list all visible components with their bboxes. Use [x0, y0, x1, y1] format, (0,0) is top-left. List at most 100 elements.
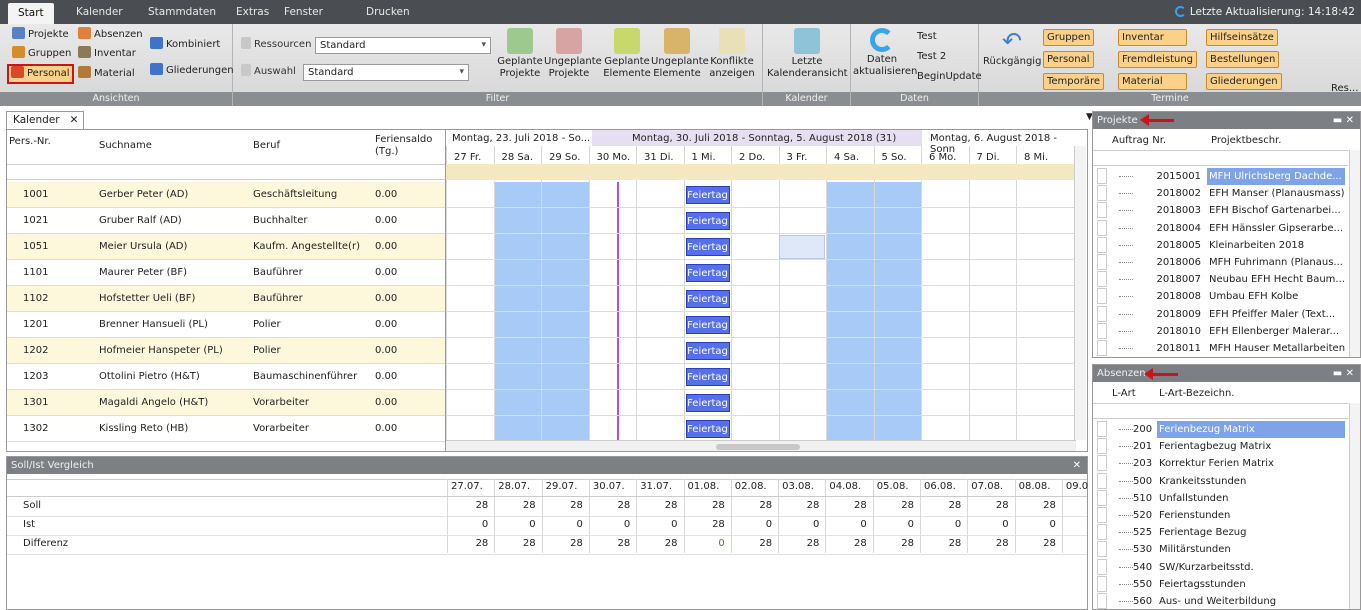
table-row[interactable]: 1203 Ottolini Pietro (H&T) Baumaschinenfüh… — [7, 364, 445, 390]
projekte-row[interactable]: 2018009 EFH Pfeiffer Maler (Text... — [1093, 305, 1360, 323]
day-header[interactable]: 5 So. — [882, 152, 907, 163]
table-row[interactable]: 1051 Meier Ursula (AD) Kaufm. Angestellte(… — [7, 234, 445, 260]
projekte-row[interactable]: 2018007 Neubau EFH Hecht Baum... — [1093, 271, 1360, 288]
vertical-scrollbar[interactable] — [1349, 403, 1360, 609]
tab-start[interactable]: Start — [8, 3, 54, 24]
day-header[interactable]: 29 So. — [549, 152, 580, 163]
termine-material-button[interactable]: Material — [1118, 73, 1187, 90]
termine-bestellungen-button[interactable]: Bestellungen — [1206, 51, 1280, 68]
day-header[interactable]: 1 Mi. — [692, 152, 716, 163]
date-header[interactable]: 06.08. — [924, 481, 956, 492]
termine-hilfseinsatz-button[interactable]: Hilfseinsätze — [1206, 29, 1278, 46]
day-header[interactable]: 27 Fr. — [454, 152, 481, 163]
absenzen-row[interactable]: 525 Ferientage Bezug — [1093, 524, 1360, 541]
inventar-view-button[interactable]: Inventar — [78, 45, 136, 63]
projekte-row[interactable]: 2018003 EFH Bischof Gartenarbei... — [1093, 202, 1360, 219]
holiday-cell[interactable]: Feiertag — [685, 212, 730, 230]
beginupdate-button[interactable]: BeginUpdate — [917, 68, 982, 86]
konflikte-button[interactable]: Konflikte anzeigen — [707, 26, 757, 80]
row-handle[interactable] — [1097, 322, 1107, 339]
ressourcen-select[interactable]: Standard — [315, 37, 491, 54]
holiday-cell[interactable]: Feiertag — [685, 342, 730, 360]
day-header[interactable]: 30 Mo. — [597, 152, 631, 163]
termine-personal-button[interactable]: Personal — [1043, 51, 1094, 68]
row-handle[interactable] — [1097, 455, 1107, 472]
vertical-scrollbar[interactable] — [1074, 146, 1086, 440]
tab-fenster[interactable]: Fenster — [274, 0, 333, 24]
row-handle[interactable] — [1097, 558, 1107, 575]
projekte-row[interactable]: 2018005 Kleinarbeiten 2018 — [1093, 236, 1360, 254]
kombiniert-view-button[interactable]: Kombiniert — [150, 36, 220, 54]
row-handle[interactable] — [1097, 507, 1107, 523]
test2-button[interactable]: Test 2 — [917, 48, 946, 66]
row-handle[interactable] — [1097, 575, 1107, 592]
termine-fremdleistung-button[interactable]: Fremdleistung — [1118, 51, 1198, 68]
termine-gruppen-button[interactable]: Gruppen — [1043, 29, 1095, 46]
filter-row[interactable] — [1093, 403, 1348, 419]
date-header[interactable]: 09.0 — [1066, 481, 1088, 492]
scrollbar-thumb[interactable] — [716, 444, 800, 450]
material-view-button[interactable]: Material — [78, 65, 135, 83]
absenzen-row[interactable]: 550 Feiertagsstunden — [1093, 575, 1360, 593]
tab-extras[interactable]: Extras — [226, 0, 279, 24]
absenzen-view-button[interactable]: Absenzen — [78, 26, 143, 44]
holiday-cell[interactable]: Feiertag — [685, 290, 730, 308]
filter-row[interactable] — [7, 164, 445, 180]
row-handle[interactable] — [1097, 421, 1107, 437]
geplante-elemente-button[interactable]: Geplante Elemente — [603, 26, 651, 80]
col-header-nr[interactable]: Pers.-Nr. — [9, 136, 51, 147]
ungeplante-elemente-button[interactable]: Ungeplante Elemente — [651, 26, 709, 80]
holiday-cell[interactable]: Feiertag — [685, 238, 730, 256]
row-handle[interactable] — [1097, 288, 1107, 305]
row-handle[interactable] — [1097, 438, 1107, 455]
projekte-view-button[interactable]: Projekte — [12, 26, 69, 44]
projekte-row[interactable]: 2018004 EFH Hänssler Gipserarbe... — [1093, 219, 1360, 237]
col-header-beruf[interactable]: Beruf — [253, 140, 280, 151]
date-header[interactable]: 31.07. — [640, 481, 672, 492]
auswahl-select[interactable]: Standard — [303, 64, 469, 81]
table-row[interactable]: 1102 Hofstetter Ueli (BF) Bauführer 0.00 — [7, 286, 445, 312]
day-header[interactable]: 4 Sa. — [834, 152, 859, 163]
row-handle[interactable] — [1097, 305, 1107, 322]
kalender-tab[interactable]: Kalender ✕ — [6, 111, 84, 129]
gliederungen-view-button[interactable]: Gliederungen — [150, 62, 234, 80]
day-header[interactable]: 2 Do. — [739, 152, 765, 163]
row-handle[interactable] — [1097, 340, 1107, 356]
filter-row[interactable] — [1093, 150, 1348, 166]
date-header[interactable]: 07.08. — [971, 481, 1003, 492]
absenzen-row[interactable]: 201 Ferientagbezug Matrix — [1093, 438, 1360, 455]
selected-cell[interactable] — [779, 235, 825, 259]
col-header-lart-bez[interactable]: L-Art-Bezeichn. — [1159, 388, 1234, 399]
absenzen-row[interactable]: 530 Militärstunden — [1093, 541, 1360, 558]
projekte-row[interactable]: 2018011 MFH Hauser Metallarbeiten — [1093, 340, 1360, 357]
termine-inventar-button[interactable]: Inventar — [1118, 29, 1187, 46]
table-row[interactable]: 1201 Brenner Hansueli (PL) Polier 0.00 — [7, 312, 445, 338]
tab-drucken[interactable]: Drucken — [356, 0, 420, 24]
date-header[interactable]: 04.08. — [829, 481, 861, 492]
horizontal-scrollbar[interactable] — [446, 440, 1076, 451]
col-header-projektbeschr[interactable]: Projektbeschr. — [1211, 135, 1281, 146]
holiday-cell[interactable]: Feiertag — [685, 368, 730, 386]
holiday-cell[interactable]: Feiertag — [685, 394, 730, 412]
day-header[interactable]: 3 Fr. — [787, 152, 808, 163]
tab-stammdaten[interactable]: Stammdaten — [138, 0, 226, 24]
row-handle[interactable] — [1097, 236, 1107, 253]
termine-temporaere-button[interactable]: Temporäre — [1043, 73, 1105, 90]
col-header-feriensaldo[interactable]: Feriensaldo (Tg.) — [375, 134, 437, 158]
absenzen-row[interactable]: 203 Korrektur Ferien Matrix — [1093, 455, 1360, 472]
absenzen-row[interactable]: 510 Unfallstunden — [1093, 489, 1360, 507]
personal-view-button[interactable]: Personal — [7, 64, 74, 84]
holiday-cell[interactable]: Feiertag — [685, 186, 730, 204]
close-icon[interactable]: ▬ ✕ — [1333, 365, 1354, 382]
day-header[interactable]: 28 Sa. — [502, 152, 534, 163]
holiday-cell[interactable]: Feiertag — [685, 420, 730, 438]
projekte-row[interactable]: 2015001 MFH Ulrichsberg Dachde... — [1093, 168, 1360, 185]
ungeplante-projekte-button[interactable]: Ungeplante Projekte — [544, 26, 602, 80]
day-header[interactable]: 31 Di. — [644, 152, 674, 163]
holiday-cell[interactable]: Feiertag — [685, 264, 730, 282]
geplante-projekte-button[interactable]: Geplante Projekte — [496, 26, 544, 80]
letzte-kalenderansicht-button[interactable]: Letzte Kalenderansicht — [767, 26, 848, 80]
date-header[interactable]: 30.07. — [593, 481, 625, 492]
gruppen-view-button[interactable]: Gruppen — [12, 45, 71, 63]
absenzen-row[interactable]: 540 SW/Kurzarbeitsstd. — [1093, 558, 1360, 576]
